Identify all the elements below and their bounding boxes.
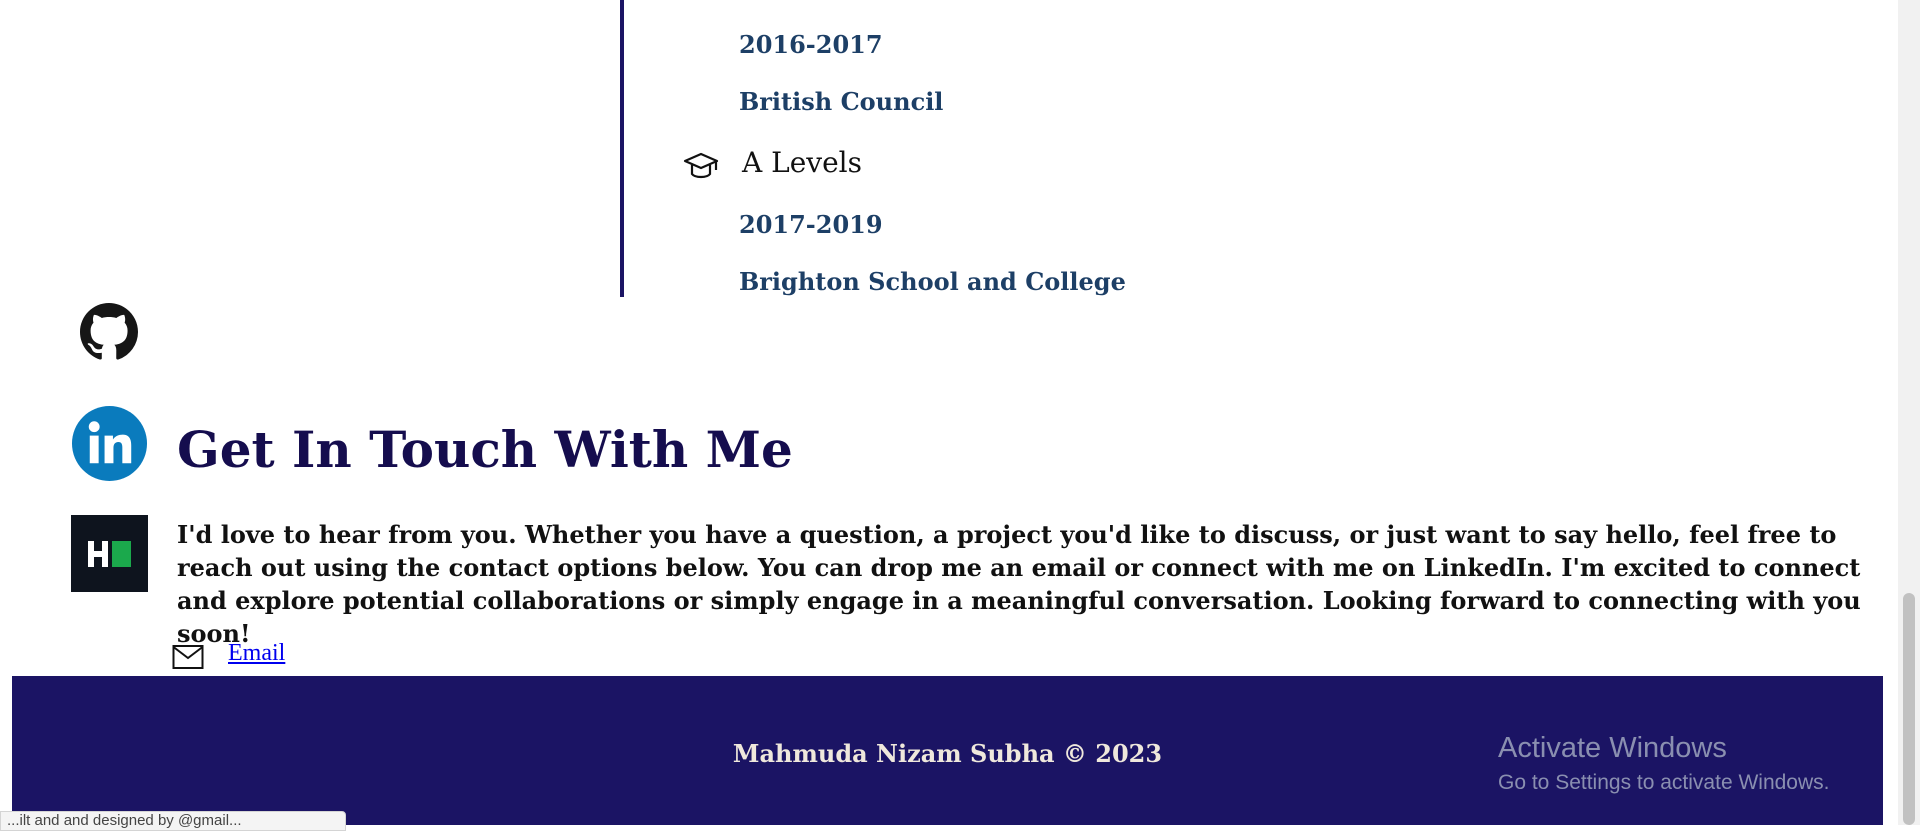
watermark-title: Activate Windows [1498, 732, 1727, 764]
watermark-subtitle: Go to Settings to activate Windows. [1498, 771, 1830, 794]
education-date: 2016-2017 [739, 30, 883, 59]
vertical-scrollbar[interactable] [1898, 0, 1920, 825]
linkedin-icon[interactable] [71, 405, 148, 482]
graduation-cap-icon [683, 152, 719, 179]
status-url-tooltip: ...ilt and and designed by @gmail... [0, 811, 346, 831]
mail-icon [172, 645, 204, 669]
education-school: British Council [739, 87, 944, 116]
education-title: A Levels [742, 146, 862, 179]
education-date: 2017-2019 [739, 210, 883, 239]
hackerrank-icon[interactable] [71, 515, 148, 592]
education-school: Brighton School and College [739, 267, 1126, 296]
scrollbar-thumb[interactable] [1903, 593, 1915, 825]
email-link[interactable]: Email [228, 640, 285, 667]
github-icon[interactable] [80, 303, 138, 361]
activate-windows-watermark: Activate Windows Go to Settings to activ… [1498, 732, 1830, 795]
contact-text: I'd love to hear from you. Whether you h… [177, 520, 1861, 648]
timeline-line [620, 0, 624, 297]
contact-title: Get In Touch With Me [177, 420, 793, 479]
